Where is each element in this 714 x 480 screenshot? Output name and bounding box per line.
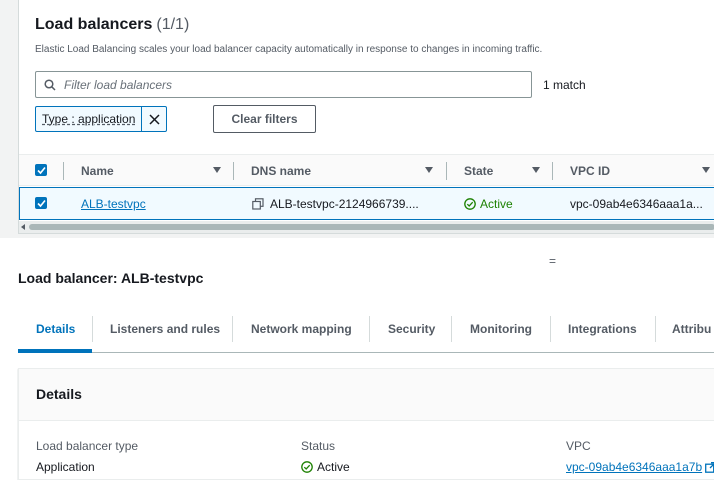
vpc-value-cell: vpc-09ab4e6346aaa1a7b: [566, 460, 714, 474]
load-balancers-count: (1/1): [156, 16, 190, 33]
status-check-icon: [301, 461, 313, 473]
tab-monitoring[interactable]: Monitoring: [470, 322, 532, 336]
filter-token-label[interactable]: Type : application: [36, 107, 143, 131]
sort-caret-icon[interactable]: [702, 167, 710, 173]
filter-token[interactable]: Type : application: [35, 106, 168, 132]
column-header-state[interactable]: State: [464, 164, 493, 178]
dns-name-value: ALB-testvpc-2124966739....: [270, 197, 419, 211]
row-checkbox[interactable]: [35, 197, 47, 209]
table-row[interactable]: ALB-testvpc ALB-testvpc-2124966739.... A…: [19, 187, 714, 220]
load-balancers-title: Load balancers: [35, 16, 153, 33]
tab-separator: [92, 316, 93, 342]
vpc-id-cell: vpc-09ab4e6346aaa1a...: [570, 197, 703, 211]
tab-separator: [451, 316, 452, 342]
state-value: Active: [480, 197, 513, 211]
dns-name-cell: ALB-testvpc-2124966739....: [252, 197, 419, 211]
tab-integrations[interactable]: Integrations: [568, 322, 637, 336]
select-all-checkbox[interactable]: [35, 164, 47, 176]
filter-box[interactable]: [35, 71, 532, 98]
load-balancers-panel: Load balancers (1/1) Elastic Load Balanci…: [0, 0, 714, 238]
status-label: Status: [301, 439, 336, 453]
details-panel-header: Details: [19, 369, 714, 421]
clear-filters-button[interactable]: Clear filters: [213, 105, 316, 133]
tab-listeners-and-rules[interactable]: Listeners and rules: [110, 322, 220, 336]
checkbox-checked-icon: [36, 199, 46, 207]
horizontal-scrollbar[interactable]: [19, 221, 714, 233]
tab-network-mapping[interactable]: Network mapping: [251, 322, 352, 336]
detail-tabs: Details Listeners and rules Network mapp…: [18, 316, 714, 353]
panel-resize-handle[interactable]: =: [549, 255, 556, 267]
load-balancers-description: Elastic Load Balancing scales your load …: [35, 44, 543, 55]
vpc-label: VPC: [566, 439, 591, 453]
state-cell: Active: [464, 197, 513, 211]
sort-caret-icon[interactable]: [213, 167, 221, 173]
tab-details[interactable]: Details: [36, 322, 75, 336]
column-header-name[interactable]: Name: [81, 164, 114, 178]
filter-input[interactable]: [64, 77, 504, 92]
status-value: Active: [317, 460, 350, 474]
scroll-left-arrow-icon[interactable]: [21, 224, 25, 230]
load-balancer-name-link[interactable]: ALB-testvpc: [81, 197, 146, 211]
sort-caret-icon[interactable]: [532, 167, 540, 173]
load-balancers-heading: Load balancers (1/1): [35, 16, 189, 34]
filter-token-remove-button[interactable]: [142, 107, 166, 131]
column-header-dns-name[interactable]: DNS name: [251, 164, 311, 178]
lb-type-value: Application: [36, 460, 95, 474]
search-icon: [44, 78, 56, 91]
tab-separator: [655, 316, 656, 342]
scrollbar-thumb[interactable]: [29, 224, 714, 230]
tab-security[interactable]: Security: [388, 322, 435, 336]
load-balancers-card: Load balancers (1/1) Elastic Load Balanci…: [18, 0, 714, 234]
column-header-vpc-id[interactable]: VPC ID: [570, 164, 610, 178]
vpc-link[interactable]: vpc-09ab4e6346aaa1a7b: [566, 460, 702, 474]
tab-separator: [369, 316, 370, 342]
close-icon: [149, 113, 160, 125]
table-header: Name DNS name State VPC ID: [19, 154, 714, 186]
status-value-cell: Active: [301, 460, 350, 474]
details-panel: Details Load balancer type Application S…: [18, 368, 714, 480]
column-separator[interactable]: [233, 162, 234, 180]
tab-separator: [550, 316, 551, 342]
active-tab-indicator: [18, 349, 92, 353]
tab-attributes[interactable]: Attribu: [672, 322, 711, 336]
copy-icon[interactable]: [252, 198, 264, 210]
match-count: 1 match: [543, 78, 586, 92]
column-separator[interactable]: [552, 162, 553, 180]
column-separator: [63, 162, 64, 180]
status-check-icon: [464, 198, 476, 210]
detail-page-title: Load balancer: ALB-testvpc: [18, 270, 204, 286]
tab-separator: [232, 316, 233, 342]
sort-caret-icon[interactable]: [425, 167, 433, 173]
lb-type-label: Load balancer type: [36, 439, 139, 453]
details-section-title: Details: [36, 386, 82, 402]
checkbox-checked-icon: [36, 166, 46, 174]
external-link-icon[interactable]: [705, 462, 714, 473]
column-separator[interactable]: [446, 162, 447, 180]
